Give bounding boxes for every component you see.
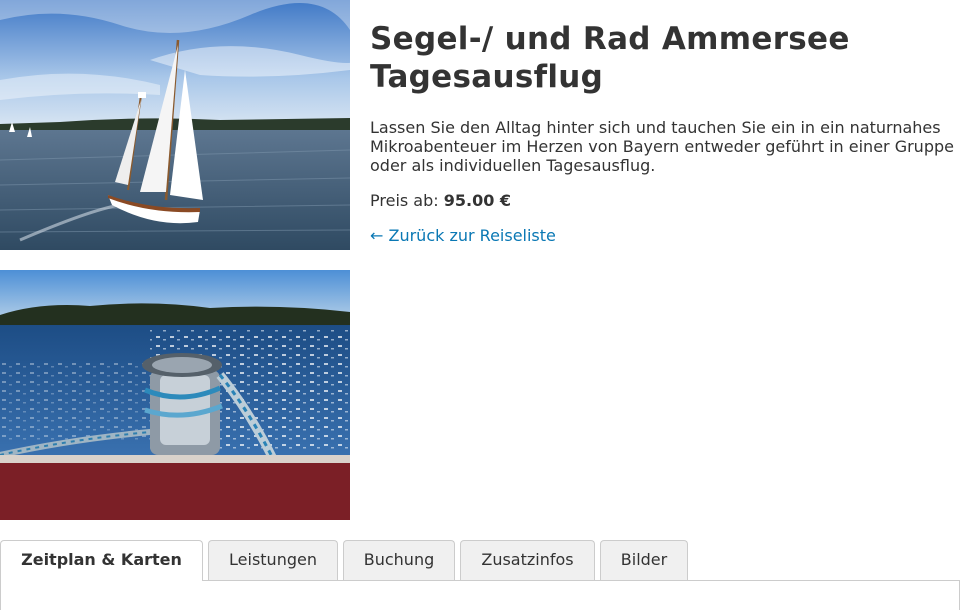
trip-info: Segel-/ und Rad Ammersee Tagesausflug La…	[370, 20, 960, 246]
price-value: 95.00 €	[443, 191, 512, 210]
trip-title: Segel-/ und Rad Ammersee Tagesausflug	[370, 20, 960, 96]
trip-photo-winch	[0, 270, 350, 520]
trip-title-line1: Segel-/ und Rad Ammersee	[370, 21, 850, 57]
trip-tabs: Zeitplan & Karten Leistungen Buchung Zus…	[0, 540, 960, 610]
trip-photo-sailboat	[0, 0, 350, 250]
tab-panel	[0, 580, 960, 610]
trip-price: Preis ab: 95.00 €	[370, 191, 960, 211]
tab-bilder[interactable]: Bilder	[600, 540, 688, 580]
tab-zeitplan-karten[interactable]: Zeitplan & Karten	[0, 540, 203, 581]
tab-zusatzinfos[interactable]: Zusatzinfos	[460, 540, 595, 580]
tab-buchung[interactable]: Buchung	[343, 540, 455, 580]
tab-leistungen[interactable]: Leistungen	[208, 540, 338, 580]
trip-description: Lassen Sie den Alltag hinter sich und ta…	[370, 118, 954, 175]
back-to-list-link[interactable]: ← Zurück zur Reiseliste	[370, 226, 556, 246]
price-label: Preis ab:	[370, 191, 439, 210]
trip-title-line2: Tagesausflug	[370, 59, 604, 95]
